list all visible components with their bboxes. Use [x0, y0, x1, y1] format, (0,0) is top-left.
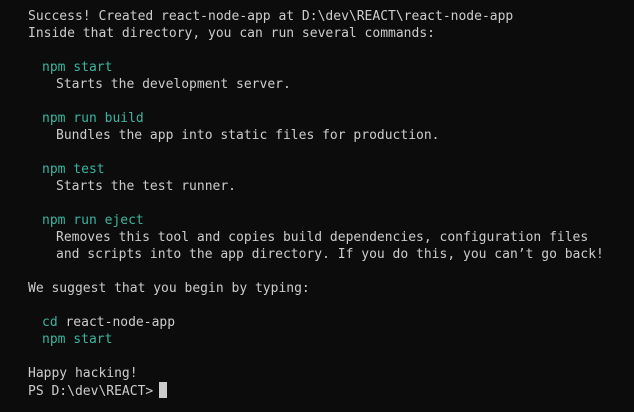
command-npm-start: npm start — [42, 60, 113, 75]
shell-prompt: PS D:\dev\REACT> — [28, 384, 154, 399]
command-description: Bundles the app into static files for pr… — [56, 128, 440, 143]
suggest-npm-start: npm start — [42, 332, 113, 347]
command-description: Starts the development server. — [56, 77, 291, 92]
cd-keyword: cd — [42, 315, 58, 330]
prompt-line[interactable]: PS D:\dev\REACT> — [28, 382, 634, 399]
suggest-message: We suggest that you begin by typing: — [28, 281, 310, 296]
inside-directory-message: Inside that directory, you can run sever… — [28, 26, 435, 41]
command-npm-run-eject: npm run eject — [42, 213, 144, 228]
suggest-cd-line: cd react-node-app — [28, 314, 634, 331]
cd-argument: react-node-app — [57, 315, 176, 330]
success-message: Success! Created react-node-app at D:\de… — [28, 9, 514, 24]
command-description: and scripts into the app directory. If y… — [56, 247, 604, 262]
command-description: Starts the test runner. — [56, 179, 237, 194]
happy-hacking-message: Happy hacking! — [28, 366, 138, 381]
command-npm-test: npm test — [42, 162, 105, 177]
text-cursor[interactable] — [159, 382, 168, 398]
command-npm-run-build: npm run build — [42, 111, 144, 126]
command-description: Removes this tool and copies build depen… — [56, 230, 589, 245]
terminal-window[interactable]: Success! Created react-node-app at D:\de… — [0, 0, 634, 412]
